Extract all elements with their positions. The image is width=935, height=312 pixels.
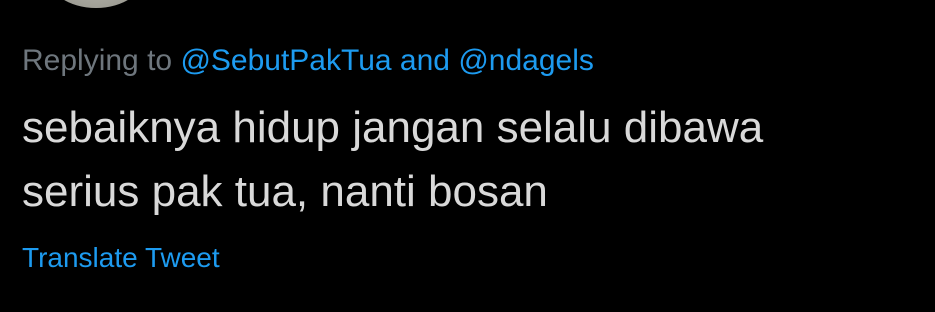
replying-to-line: Replying to @SebutPakTua and @ndagels bbox=[22, 42, 594, 80]
tweet-text-line-2: serius pak tua, nanti bosan bbox=[22, 167, 548, 216]
translate-tweet-link[interactable]: Translate Tweet bbox=[22, 240, 220, 276]
replying-to-label: Replying to bbox=[22, 44, 173, 77]
mention-link-ndagels[interactable]: @ndagels bbox=[458, 44, 594, 77]
mention-link-sebutpaktua[interactable]: @SebutPakTua bbox=[180, 44, 391, 77]
mention-conjunction: and bbox=[399, 44, 450, 77]
tweet-text-line-1: sebaiknya hidup jangan selalu dibawa bbox=[22, 103, 764, 152]
avatar[interactable] bbox=[46, 0, 146, 8]
tweet-text: sebaiknya hidup jangan selalu dibawa ser… bbox=[22, 96, 922, 224]
